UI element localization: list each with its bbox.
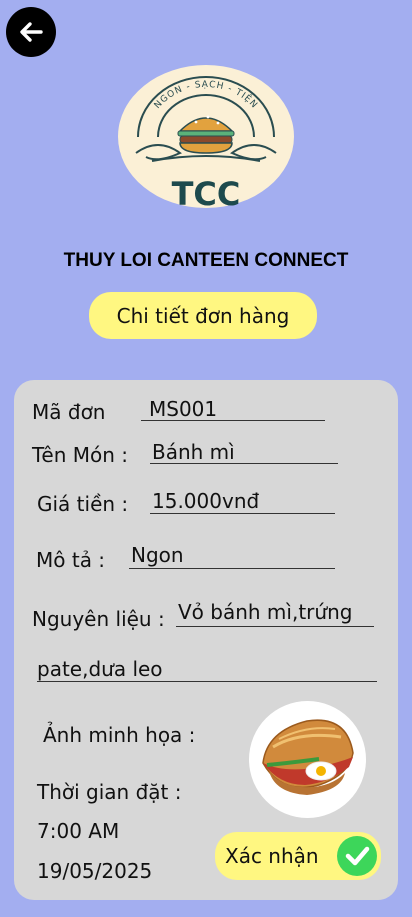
order-code-value: MS001 bbox=[149, 397, 218, 421]
description-value: Ngon bbox=[131, 543, 184, 567]
price-label: Giá tiền : bbox=[37, 492, 129, 516]
dish-name-underline bbox=[150, 463, 338, 464]
order-time-label: Thời gian đặt : bbox=[37, 780, 182, 804]
dish-name-value: Bánh mì bbox=[152, 440, 235, 464]
order-code-label: Mã đơn bbox=[32, 400, 106, 424]
check-circle-icon bbox=[337, 836, 377, 876]
ingredients-underline-2 bbox=[37, 681, 377, 682]
order-date-value: 19/05/2025 bbox=[37, 859, 153, 883]
price-value: 15.000vnđ bbox=[152, 489, 260, 513]
description-label: Mô tả : bbox=[36, 548, 106, 572]
ingredients-label: Nguyên liệu : bbox=[32, 607, 165, 631]
brand-name: THUY LOI CANTEEN CONNECT bbox=[63, 250, 349, 271]
ingredients-value-line2: pate,dưa leo bbox=[37, 657, 163, 681]
logo-initials: TCC bbox=[172, 175, 241, 208]
confirm-button[interactable]: Xác nhận bbox=[215, 832, 381, 880]
dish-name-label: Tên Món : bbox=[32, 443, 129, 467]
order-time-value: 7:00 AM bbox=[37, 819, 120, 843]
back-button[interactable] bbox=[6, 7, 56, 57]
ingredients-underline-1 bbox=[176, 626, 374, 627]
ingredients-value-line1: Vỏ bánh mì,trứng bbox=[178, 600, 353, 624]
page-title: Chi tiết đơn hàng bbox=[89, 292, 317, 339]
order-code-underline bbox=[141, 420, 325, 421]
app-logo: NGON - SẠCH - TIỆN TCC bbox=[118, 65, 294, 213]
image-label: Ảnh minh họa : bbox=[43, 723, 196, 747]
banh-mi-image bbox=[249, 701, 366, 818]
description-underline bbox=[129, 568, 335, 569]
confirm-label: Xác nhận bbox=[225, 844, 319, 868]
arrow-left-icon bbox=[20, 22, 43, 42]
price-underline bbox=[150, 513, 335, 514]
